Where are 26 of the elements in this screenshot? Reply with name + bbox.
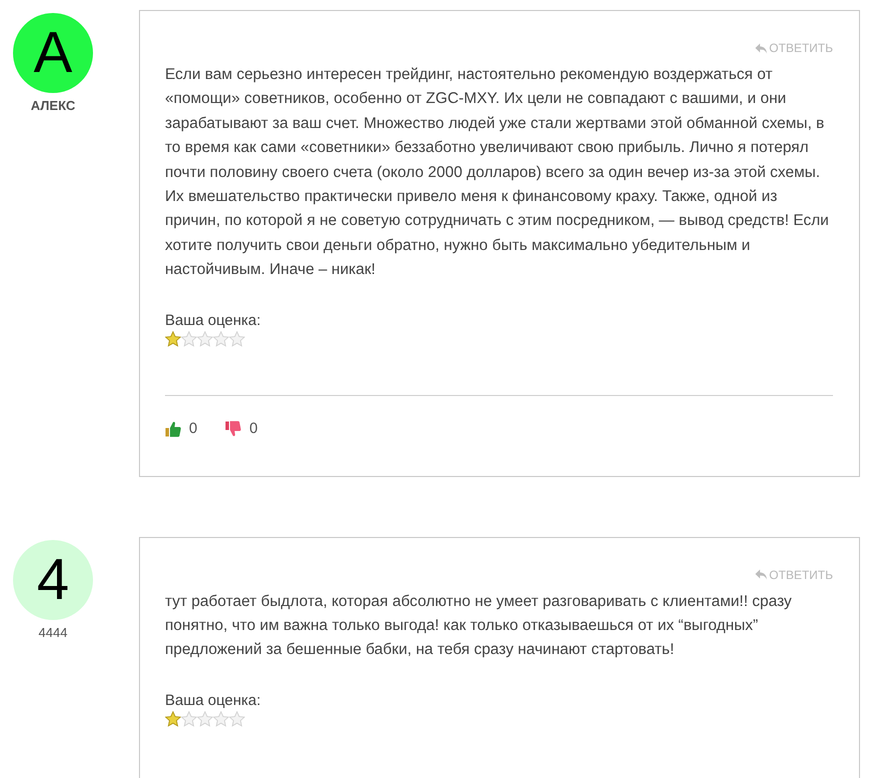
star-icon[interactable] [165,710,181,727]
star-icon[interactable] [197,330,213,347]
star-icon[interactable] [229,710,245,727]
rating-label: Ваша оценка: [165,692,262,710]
star-icon[interactable] [213,330,229,347]
star-icon[interactable] [229,330,245,347]
star-icon[interactable] [181,330,197,347]
dislike-button[interactable]: 0 [225,420,258,438]
star-icon[interactable] [213,710,229,727]
letter-avatar: 4 [13,540,93,620]
like-button[interactable]: 0 [165,420,198,438]
author-name: 4444 [38,624,68,641]
reply-arrow-icon [755,42,768,54]
star-icon[interactable] [181,710,197,727]
star-rating[interactable] [165,330,245,347]
comment-text: Если вам серьезно интересен трейдинг, настоятельно рекомендую воздержаться от «помощи» советников, особенно от ZGC-MXY. Их цели не совпадают с вашими, и они зарабатывают за ваш счет. Множество людей уже стали жертвами этой обманной схемы, в то время как сами «советники» беззаботно увеличивают свою прибыль. Лично я потерял почти половину своего счета (около 2000 долларов) всего за один вечер из-за этой схемы. Их вмешательство практически привело меня к финансовому краху. Также, одной из причин, по которой я не советую сотрудничать с этим посредником, — вывод средств! Если хотите получить свои деньги обратно, нужно быть максимально убедительным и настойчивым. Иначе – никак! [165,65,830,280]
star-rating[interactable] [165,710,245,727]
star-icon[interactable] [165,330,181,347]
letter-avatar: А [13,13,93,93]
comment-text: тут работает быдлота, которая абсолютно не умеет разговаривать с клиентами!! сразу понятно, что им важна только выгода! как только отказываешься от их “выгодных” предложений за бешенные бабки, на тебя сразу начинают стартовать! [165,592,793,660]
rating-label: Ваша оценка: [165,312,262,330]
star-icon[interactable] [197,710,213,727]
author-name: АЛЕКС [30,98,76,114]
thumbs-down-icon [225,420,242,437]
reply-arrow-icon [755,569,768,580]
thumbs-up-icon [165,420,181,437]
